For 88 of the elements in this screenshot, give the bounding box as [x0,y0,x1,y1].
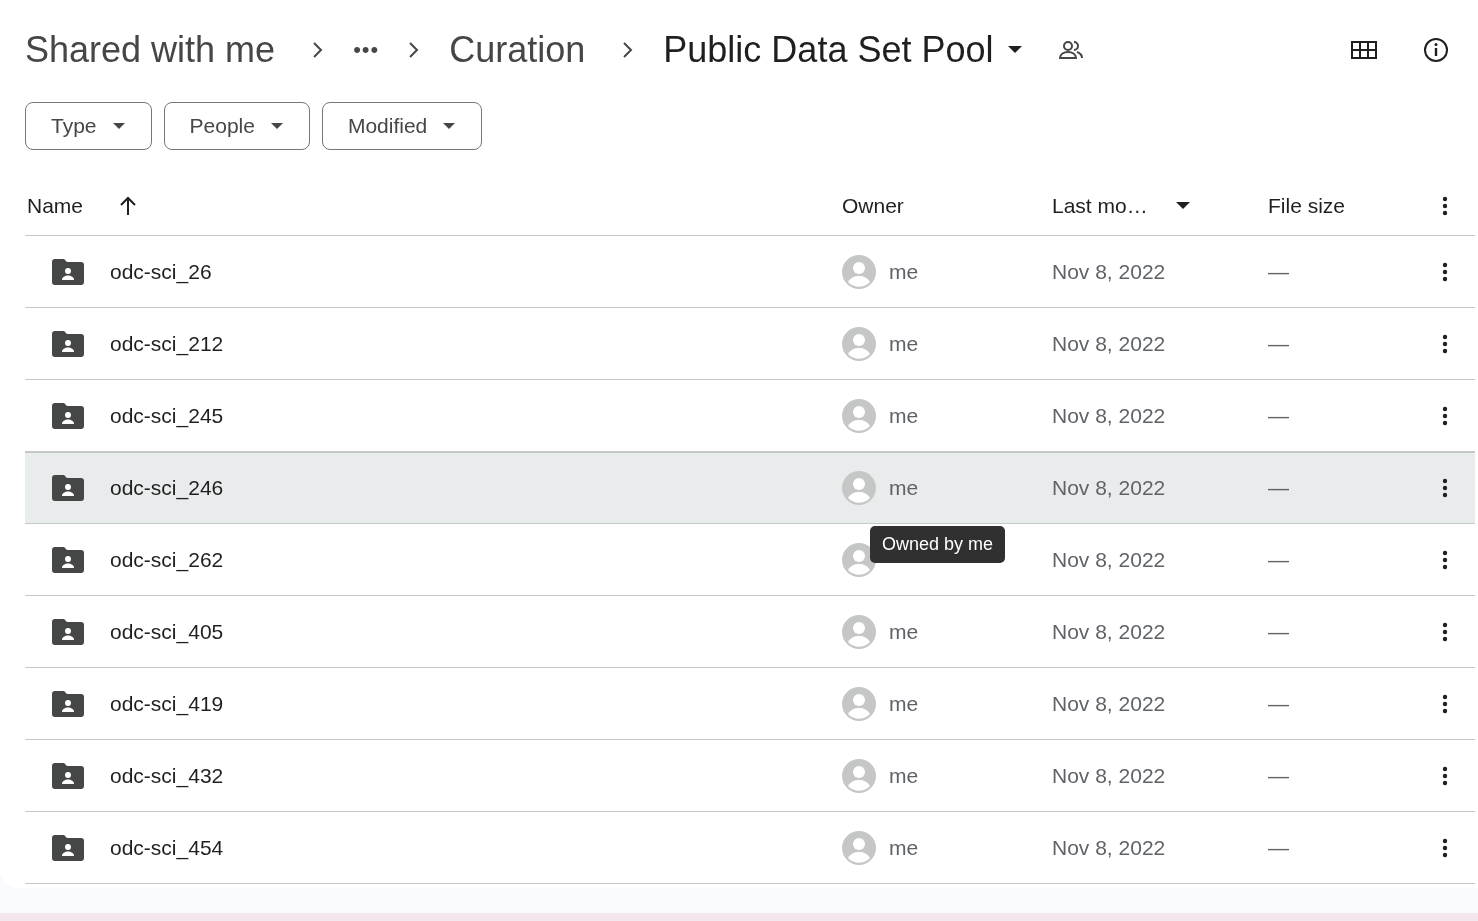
shared-folder-icon [52,690,84,717]
chevron-right-icon [621,41,634,59]
modified-date: Nov 8, 2022 [1052,259,1167,284]
file-name[interactable]: odc-sci_26 [110,259,212,284]
filter-chip[interactable]: Type [25,102,152,150]
avatar-icon [842,254,876,289]
owner-name: me [889,259,919,284]
shared-folder-icon [52,762,84,789]
more-options-icon[interactable] [1442,405,1448,426]
caret-icon [443,122,456,130]
tooltip: Owned by me [870,526,1006,563]
chevron-right-icon [311,41,324,59]
file-size: — [1268,331,1290,356]
modified-date: Nov 8, 2022 [1052,331,1167,356]
info-icon[interactable] [1423,37,1449,63]
file-row[interactable]: odc-sci_246 me Nov 8, 2022 — [25,452,1475,524]
file-size: — [1268,835,1290,860]
sort-up-arrow-icon[interactable] [119,196,138,216]
avatar-icon [842,758,876,793]
owner-name: me [889,331,919,356]
shared-folder-icon [52,402,84,429]
shared-folder-icon [52,474,84,501]
more-options-icon[interactable] [1442,261,1448,282]
avatar-icon [842,830,876,865]
file-size: — [1268,763,1290,788]
chevron-right-icon [407,41,420,59]
more-options-icon[interactable] [1442,621,1448,642]
file-size: — [1268,691,1290,716]
owner-name: me [889,763,919,788]
more-options-icon[interactable] [1442,477,1448,498]
file-size: — [1268,403,1290,428]
caret-icon [112,122,125,130]
file-size: — [1268,619,1290,644]
shared-folder-icon [52,834,84,861]
breadcrumb-link[interactable]: Shared with me [25,29,284,71]
people-icon[interactable] [1057,39,1084,61]
avatar-icon [842,398,876,433]
more-options-icon[interactable] [1442,693,1448,714]
file-name[interactable]: odc-sci_212 [110,331,224,356]
owner-name: me [889,619,919,644]
file-row[interactable]: odc-sci_262 Nov 8, 2022 — Owned by me [25,524,1475,596]
file-name[interactable]: odc-sci_454 [110,835,224,860]
breadcrumb-link[interactable]: Curation [449,29,594,71]
column-header[interactable]: Name [27,194,84,218]
avatar-icon [842,614,876,649]
file-name[interactable]: odc-sci_262 [110,547,224,572]
owner-name: me [889,691,919,716]
current-folder-menu[interactable]: Public Data Set Pool [663,29,1022,71]
more-options-icon[interactable] [1442,549,1448,570]
more-options-icon[interactable] [1442,196,1448,216]
shared-folder-icon [52,330,84,357]
avatar-icon [842,470,876,505]
owner-name: me [889,403,919,428]
file-size: — [1268,259,1290,284]
file-name[interactable]: odc-sci_245 [110,403,224,428]
file-name[interactable]: odc-sci_432 [110,763,224,788]
file-size: — [1268,547,1290,572]
grid-view-icon[interactable] [1351,41,1377,59]
filter-chip[interactable]: Modified [321,102,483,150]
modified-date: Nov 8, 2022 [1052,763,1167,788]
column-header[interactable]: Last mo… [1052,194,1148,218]
file-name[interactable]: odc-sci_246 [110,475,224,500]
avatar-icon [842,326,876,361]
column-header[interactable]: Owner [842,194,904,218]
caret-icon [270,122,283,130]
sort-caret-icon [1175,202,1190,210]
owner-name: me [889,475,919,500]
modified-date: Nov 8, 2022 [1052,403,1167,428]
more-options-icon[interactable] [1442,765,1448,786]
shared-folder-icon [52,258,84,285]
file-name[interactable]: odc-sci_405 [110,619,224,644]
column-header[interactable]: File size [1268,194,1346,218]
avatar-icon [842,686,876,721]
filter-chip[interactable]: People [163,102,310,150]
shared-folder-icon [52,546,84,573]
modified-date: Nov 8, 2022 [1052,835,1167,860]
shared-folder-icon [52,618,84,645]
modified-date: Nov 8, 2022 [1052,691,1167,716]
more-options-icon[interactable] [1442,333,1448,354]
modified-date: Nov 8, 2022 [1052,619,1167,644]
more-options-icon[interactable] [1442,837,1448,858]
file-size: — [1268,475,1290,500]
breadcrumb-more[interactable]: ••• [353,37,380,63]
owner-name: me [889,835,919,860]
modified-date: Nov 8, 2022 [1052,547,1167,572]
modified-date: Nov 8, 2022 [1052,475,1167,500]
file-name[interactable]: odc-sci_419 [110,691,224,716]
caret-icon [1007,46,1022,54]
